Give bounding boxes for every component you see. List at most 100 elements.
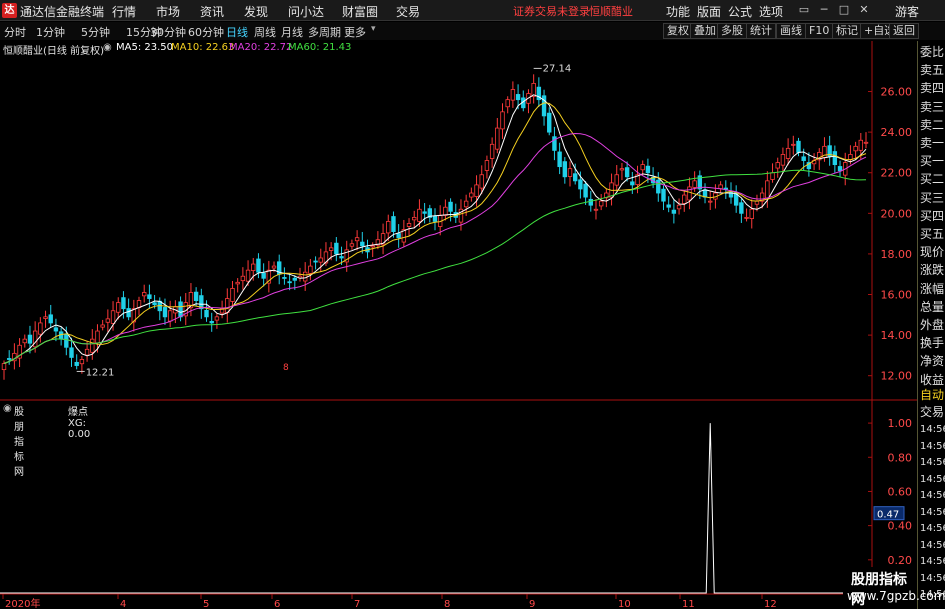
- candle-body: [489, 143, 495, 159]
- watermark: 股朋指标网 www.7gpzb.com: [843, 567, 945, 609]
- candle-body: [624, 167, 630, 178]
- menu-wenxiaoda[interactable]: 问小达: [288, 3, 324, 20]
- tongji-button[interactable]: 统计: [746, 23, 776, 39]
- menu-gongneng[interactable]: 功能: [666, 3, 690, 20]
- more-dropdown-icon[interactable]: ▾: [371, 24, 376, 34]
- candle-body: [469, 192, 474, 198]
- price-tick-label: 22.00: [881, 167, 913, 180]
- indicator-toggle-icon[interactable]: ◉: [3, 403, 12, 414]
- menu-jiaoyi[interactable]: 交易: [396, 3, 420, 20]
- period-monthly[interactable]: 月线: [281, 24, 303, 40]
- candle-body: [110, 310, 116, 324]
- ma10-label: MA10: 22.63: [171, 42, 235, 53]
- candle-body: [38, 322, 43, 335]
- candle-body: [27, 334, 33, 344]
- quote-label: 卖一: [920, 136, 945, 150]
- close-icon[interactable]: ✕: [857, 3, 871, 16]
- candle-body: [74, 361, 79, 366]
- biaoji-button[interactable]: 标记: [832, 23, 862, 39]
- restore-layout-icon[interactable]: ▭: [797, 3, 811, 16]
- tick-time: 14:56: [920, 457, 945, 468]
- candle-body: [505, 99, 510, 108]
- candle-body: [313, 260, 318, 263]
- period-daily[interactable]: 日线: [226, 24, 248, 40]
- menu-xuanxiang[interactable]: 选项: [759, 3, 783, 20]
- period-1min[interactable]: 1分钟: [36, 24, 65, 40]
- huaxian-button[interactable]: 画线: [776, 23, 806, 39]
- candle-body: [848, 154, 853, 160]
- price-tick-label: 18.00: [881, 248, 913, 261]
- candle-body: [676, 204, 682, 210]
- menu-gongshi[interactable]: 公式: [728, 3, 752, 20]
- candle-body: [801, 156, 806, 161]
- quote-label: 买三: [920, 190, 945, 205]
- minimize-icon[interactable]: ─: [817, 3, 831, 16]
- kline-chart[interactable]: 26.00 24.00 22.00 20.00 18.00 16.00 14.00 12.00…: [0, 41, 917, 609]
- indicator-name: 股朋指标网: [14, 407, 24, 478]
- candle-body: [1, 363, 7, 371]
- event-marker[interactable]: 8: [283, 363, 289, 373]
- legend-toggle-icon[interactable]: ◉: [103, 42, 112, 53]
- candle-body: [22, 338, 27, 344]
- maximize-icon[interactable]: □: [837, 3, 851, 16]
- candle-body: [692, 180, 697, 188]
- trade-mode-label[interactable]: 交易: [920, 403, 944, 420]
- period-multi[interactable]: 多周期: [308, 24, 341, 40]
- candle-body: [152, 302, 157, 306]
- candle-body: [588, 198, 593, 206]
- auto-mode-label[interactable]: 自动: [920, 386, 944, 403]
- period-fenshi[interactable]: 分时: [4, 24, 26, 40]
- candle-body: [256, 258, 261, 273]
- candle-body: [765, 180, 770, 199]
- candle-body: [417, 208, 422, 222]
- trade-login-warning[interactable]: 证券交易未登录: [513, 3, 590, 19]
- candle-body: [785, 147, 791, 159]
- menu-caifuquan[interactable]: 财富圈: [342, 3, 378, 20]
- candle-body: [209, 320, 214, 324]
- period-30min[interactable]: 30分钟: [150, 24, 186, 40]
- candle-body: [547, 112, 552, 133]
- candle-body: [271, 265, 277, 269]
- time-tick-label: 8: [444, 599, 450, 609]
- menu-zixun[interactable]: 资讯: [200, 3, 224, 20]
- candle-body: [43, 316, 48, 319]
- duogu-button[interactable]: 多股: [717, 23, 747, 39]
- back-button[interactable]: 返回: [889, 23, 919, 39]
- price-tick-label: 16.00: [881, 289, 913, 302]
- candle-body: [349, 243, 355, 247]
- candle-body: [214, 316, 220, 321]
- period-5min[interactable]: 5分钟: [81, 24, 110, 40]
- quote-label: 涨幅: [920, 281, 945, 296]
- candle-body: [308, 265, 313, 274]
- quote-label: 现价: [920, 245, 945, 260]
- price-tick-label: 24.00: [881, 126, 913, 139]
- quote-panel: 委比 卖五 卖四 卖三 卖二 卖一 买一 买二 买三 买四 买五 现价 涨跌 涨幅 总量 外盘 换手 净资 收益 自…: [917, 41, 945, 609]
- period-60min[interactable]: 60分钟: [188, 24, 224, 40]
- menu-faxian[interactable]: 发现: [244, 3, 268, 20]
- candle-body: [292, 277, 297, 281]
- candle-body: [334, 242, 339, 255]
- candle-body: [422, 211, 427, 214]
- diejia-button[interactable]: 叠加: [690, 23, 720, 39]
- candle-body: [484, 160, 490, 171]
- candle-body: [578, 179, 583, 190]
- candle-body: [6, 358, 12, 360]
- candle-body: [448, 201, 453, 212]
- quote-label: 卖四: [920, 81, 945, 96]
- quote-label: 买二: [920, 172, 945, 187]
- fuquan-button[interactable]: 复权: [663, 23, 693, 39]
- tick-time: 14:56: [920, 572, 945, 584]
- menu-hangqing[interactable]: 行情: [112, 3, 136, 20]
- indicator-tick-label: 0.40: [888, 520, 913, 533]
- candle-body: [282, 277, 287, 279]
- guest-label[interactable]: 游客: [895, 3, 919, 20]
- candle-body: [396, 233, 401, 239]
- f10-button[interactable]: F10: [805, 23, 834, 39]
- menu-banmian[interactable]: 版面: [697, 3, 721, 20]
- period-weekly[interactable]: 周线: [254, 24, 276, 40]
- menu-shichang[interactable]: 市场: [156, 3, 180, 20]
- candle-body: [744, 216, 749, 219]
- candle-body: [754, 200, 760, 205]
- high-marker-label: 27.14: [543, 63, 572, 74]
- period-more[interactable]: 更多: [344, 24, 366, 40]
